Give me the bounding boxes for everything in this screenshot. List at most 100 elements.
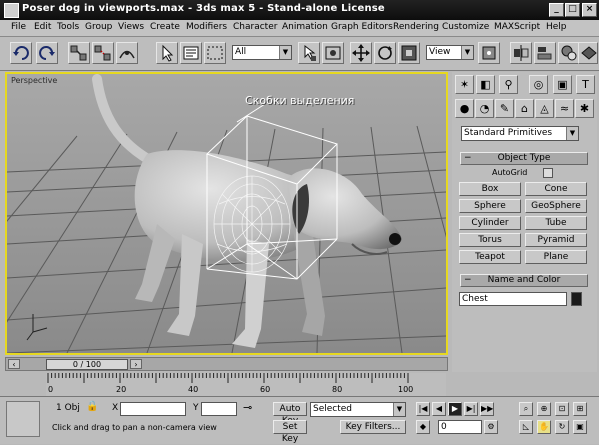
object-type-rollout-header[interactable]: − Object Type (460, 152, 588, 165)
rotate-icon[interactable] (374, 42, 396, 64)
y-coord-field[interactable] (201, 402, 237, 416)
maxscript-listener-mini[interactable] (6, 401, 40, 437)
key-mode-toggle-icon[interactable]: ◆ (416, 420, 430, 434)
minimize-button[interactable]: _ (549, 3, 564, 17)
tube-button[interactable]: Tube (525, 216, 587, 230)
teapot-button[interactable]: Teapot (459, 250, 521, 264)
utilities-tab-icon[interactable]: T (576, 75, 595, 94)
key-mode-dropdown[interactable]: Selected ▼ (310, 402, 406, 417)
undo-icon[interactable] (10, 42, 32, 64)
select-region-icon[interactable] (204, 42, 226, 64)
select-object-icon[interactable] (298, 42, 320, 64)
redo-icon[interactable] (36, 42, 58, 64)
time-slider[interactable]: 0 / 100 (46, 359, 128, 370)
y-coord-label: Y (193, 403, 199, 413)
mirror-icon[interactable] (510, 42, 532, 64)
object-name-field[interactable]: Chest (459, 292, 567, 306)
menu-graph-editors[interactable]: Graph Editors (331, 22, 393, 32)
menu-tools[interactable]: Tools (57, 22, 79, 32)
auto-key-button[interactable]: Auto Key (273, 402, 307, 426)
systems-icon[interactable]: ✱ (575, 99, 594, 118)
helpers-icon[interactable]: ◬ (535, 99, 554, 118)
display-tab-icon[interactable]: ▣ (553, 75, 572, 94)
goto-end-icon[interactable]: ▶▶ (480, 402, 494, 416)
maximize-button[interactable]: □ (565, 3, 580, 17)
reference-coord-dropdown[interactable]: View ▼ (426, 45, 474, 60)
menu-maxscript[interactable]: MAXScript (494, 22, 540, 32)
menu-file[interactable]: File (11, 22, 26, 32)
select-icon[interactable] (156, 42, 178, 64)
maximize-viewport-icon[interactable]: ▣ (573, 420, 587, 434)
category-dropdown[interactable]: Standard Primitives ▼ (461, 126, 579, 141)
cameras-icon[interactable]: ⌂ (515, 99, 534, 118)
menu-modifiers[interactable]: Modifiers (186, 22, 227, 32)
pyramid-button[interactable]: Pyramid (525, 233, 587, 247)
track-bar[interactable]: 0 20 40 60 80 100 (46, 373, 446, 397)
lock-icon[interactable]: 🔒 (86, 401, 98, 412)
arc-rotate-icon[interactable]: ↻ (555, 420, 569, 434)
menu-customize[interactable]: Customize (442, 22, 489, 32)
unlink-icon[interactable] (92, 42, 114, 64)
menu-rendering[interactable]: Rendering (393, 22, 439, 32)
pan-icon[interactable]: ✋ (537, 420, 551, 434)
chevron-right-icon[interactable]: › (130, 359, 142, 369)
window-crossing-icon[interactable] (322, 42, 344, 64)
move-icon[interactable] (350, 42, 372, 64)
x-coord-field[interactable] (120, 402, 186, 416)
previous-frame-icon[interactable]: ◀ (432, 402, 446, 416)
zoom-icon[interactable]: ⌕ (519, 402, 533, 416)
cylinder-button[interactable]: Cylinder (459, 216, 521, 230)
align-icon[interactable] (534, 42, 556, 64)
render-icon[interactable] (578, 42, 598, 64)
ruler-label-0: 0 (48, 385, 54, 394)
scale-icon[interactable] (398, 42, 420, 64)
hierarchy-tab-icon[interactable]: ⚲ (499, 75, 518, 94)
key-filters-button[interactable]: Key Filters... (340, 420, 406, 434)
menu-animation[interactable]: Animation (282, 22, 328, 32)
field-of-view-icon[interactable]: ◺ (519, 420, 533, 434)
box-button[interactable]: Box (459, 182, 521, 196)
space-warps-icon[interactable]: ≈ (555, 99, 574, 118)
app-icon[interactable] (4, 3, 19, 18)
menu-help[interactable]: Help (546, 22, 567, 32)
menu-edit[interactable]: Edit (34, 22, 51, 32)
time-configuration-icon[interactable]: ⚙ (484, 420, 498, 434)
sphere-button[interactable]: Sphere (459, 199, 521, 213)
create-tab-icon[interactable]: ✶ (455, 75, 474, 94)
set-key-button[interactable]: Set Key (273, 420, 307, 444)
select-by-name-icon[interactable] (180, 42, 202, 64)
select-link-icon[interactable] (68, 42, 90, 64)
selection-filter-dropdown[interactable]: All ▼ (232, 45, 292, 60)
geosphere-button[interactable]: GeoSphere (525, 199, 587, 213)
menu-create[interactable]: Create (150, 22, 180, 32)
zoom-extents-all-icon[interactable]: ⊞ (573, 402, 587, 416)
bind-space-warp-icon[interactable] (116, 42, 138, 64)
torus-button[interactable]: Torus (459, 233, 521, 247)
close-button[interactable]: × (582, 3, 597, 17)
motion-tab-icon[interactable]: ◎ (529, 75, 548, 94)
menu-character[interactable]: Character (233, 22, 277, 32)
material-editor-icon[interactable] (558, 42, 580, 64)
next-frame-icon[interactable]: ▶| (464, 402, 478, 416)
object-color-swatch[interactable] (571, 292, 582, 306)
goto-start-icon[interactable]: |◀ (416, 402, 430, 416)
plane-button[interactable]: Plane (525, 250, 587, 264)
minus-icon: − (464, 153, 472, 163)
modify-tab-icon[interactable]: ◧ (476, 75, 495, 94)
lights-icon[interactable]: ✎ (495, 99, 514, 118)
pivot-center-icon[interactable] (478, 42, 500, 64)
viewport-label[interactable]: Perspective (11, 76, 57, 85)
name-color-rollout-header[interactable]: − Name and Color (460, 274, 588, 287)
cone-button[interactable]: Cone (525, 182, 587, 196)
play-icon[interactable]: ▶ (448, 402, 462, 416)
zoom-extents-icon[interactable]: ⊡ (555, 402, 569, 416)
current-frame-field[interactable]: 0 (438, 420, 482, 434)
zoom-all-icon[interactable]: ⊕ (537, 402, 551, 416)
geometry-icon[interactable]: ● (455, 99, 474, 118)
menu-views[interactable]: Views (118, 22, 144, 32)
perspective-viewport[interactable]: Perspective Скобки выделения (5, 72, 448, 355)
autogrid-checkbox[interactable] (543, 168, 553, 178)
chevron-left-icon[interactable]: ‹ (8, 359, 20, 369)
menu-group[interactable]: Group (85, 22, 112, 32)
shapes-icon[interactable]: ◔ (475, 99, 494, 118)
